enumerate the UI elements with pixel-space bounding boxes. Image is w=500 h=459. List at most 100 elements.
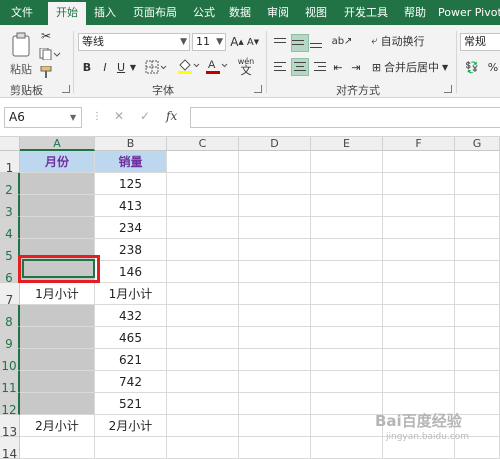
cell-d11[interactable] (239, 371, 311, 393)
cell-b12[interactable]: 521 (95, 393, 167, 415)
tab-insert[interactable]: 插入 (88, 0, 122, 25)
font-size-combo[interactable]: 11 ▼ (192, 33, 226, 51)
cell-b3[interactable]: 413 (95, 195, 167, 217)
cell-e5[interactable] (311, 239, 383, 261)
merge-center-button[interactable]: ⊞ 合并后居中 ▼ (370, 59, 450, 75)
tab-help[interactable]: 帮助 (398, 0, 432, 25)
cell-d9[interactable] (239, 327, 311, 349)
align-left-button[interactable] (274, 59, 290, 75)
cell-a3[interactable] (20, 195, 95, 217)
cell-g4[interactable] (455, 217, 500, 239)
row-header-11[interactable]: 11 (0, 371, 20, 395)
cell-g1[interactable] (455, 151, 500, 173)
tab-data[interactable]: 数据 (224, 0, 256, 25)
cell-e6[interactable] (311, 261, 383, 283)
row-header-1[interactable]: 1 (0, 151, 20, 175)
tab-power-pivot[interactable]: Power Pivot (438, 0, 500, 25)
cell-c2[interactable] (167, 173, 239, 195)
row-header-2[interactable]: 2 (0, 173, 20, 197)
number-format-combo[interactable]: 常规 (460, 33, 500, 51)
cell-b13[interactable]: 2月小计 (95, 415, 167, 437)
cell-f1[interactable] (383, 151, 455, 173)
cell-d7[interactable] (239, 283, 311, 305)
cell-e10[interactable] (311, 349, 383, 371)
cell-c14[interactable] (167, 437, 239, 459)
cell-a11[interactable] (20, 371, 95, 393)
cell-c13[interactable] (167, 415, 239, 437)
cell-g9[interactable] (455, 327, 500, 349)
cut-button[interactable]: ✂ (38, 29, 54, 43)
column-header-g[interactable]: G (455, 137, 500, 151)
formula-input[interactable] (190, 107, 500, 128)
cell-c8[interactable] (167, 305, 239, 327)
cell-c1[interactable] (167, 151, 239, 173)
font-color-button[interactable]: A (204, 57, 230, 75)
cell-a9[interactable] (20, 327, 95, 349)
chevron-down-icon[interactable]: ▼ (70, 113, 76, 122)
copy-button[interactable] (38, 47, 62, 61)
cell-d10[interactable] (239, 349, 311, 371)
cell-b10[interactable]: 621 (95, 349, 167, 371)
italic-button[interactable]: I (98, 59, 112, 75)
cell-d5[interactable] (239, 239, 311, 261)
font-name-combo[interactable]: 等线 ▼ (78, 33, 190, 51)
borders-button[interactable] (144, 59, 168, 75)
cell-b5[interactable]: 238 (95, 239, 167, 261)
fill-color-button[interactable] (176, 57, 202, 75)
shrink-font-button[interactable]: A ▼ (246, 34, 260, 50)
tab-review[interactable]: 审阅 (262, 0, 294, 25)
cell-d3[interactable] (239, 195, 311, 217)
cell-c5[interactable] (167, 239, 239, 261)
cell-e7[interactable] (311, 283, 383, 305)
cell-c11[interactable] (167, 371, 239, 393)
tab-file[interactable]: 文件 (4, 0, 40, 25)
cell-f2[interactable] (383, 173, 455, 195)
row-header-9[interactable]: 9 (0, 327, 20, 351)
align-right-button[interactable] (310, 59, 326, 75)
row-header-12[interactable]: 12 (0, 393, 20, 417)
orientation-button[interactable]: ab↗ (330, 33, 354, 49)
cell-g5[interactable] (455, 239, 500, 261)
cell-g6[interactable] (455, 261, 500, 283)
cell-a14[interactable] (20, 437, 95, 459)
cell-d1[interactable] (239, 151, 311, 173)
font-launcher-icon[interactable] (254, 85, 262, 93)
underline-dropdown[interactable]: ▼ (128, 59, 138, 75)
cell-g7[interactable] (455, 283, 500, 305)
cell-b14[interactable] (95, 437, 167, 459)
cell-b6[interactable]: 146 (95, 261, 167, 283)
row-header-4[interactable]: 4 (0, 217, 20, 241)
cell-c6[interactable] (167, 261, 239, 283)
cell-b1[interactable]: 销量 (95, 151, 167, 173)
cell-b9[interactable]: 465 (95, 327, 167, 349)
cell-g3[interactable] (455, 195, 500, 217)
cell-f3[interactable] (383, 195, 455, 217)
cell-d8[interactable] (239, 305, 311, 327)
cell-b7[interactable]: 1月小计 (95, 283, 167, 305)
cell-f10[interactable] (383, 349, 455, 371)
column-header-e[interactable]: E (311, 137, 383, 151)
cell-b8[interactable]: 432 (95, 305, 167, 327)
cell-c10[interactable] (167, 349, 239, 371)
cell-c12[interactable] (167, 393, 239, 415)
align-center-button[interactable] (291, 58, 309, 76)
tab-page-layout[interactable]: 页面布局 (126, 0, 184, 25)
cell-b11[interactable]: 742 (95, 371, 167, 393)
cell-e3[interactable] (311, 195, 383, 217)
row-header-10[interactable]: 10 (0, 349, 20, 373)
row-header-7[interactable]: 7 (0, 283, 20, 307)
row-header-6[interactable]: 6 (0, 261, 20, 285)
cell-f6[interactable] (383, 261, 455, 283)
cell-c4[interactable] (167, 217, 239, 239)
cell-g10[interactable] (455, 349, 500, 371)
cell-e13[interactable] (311, 415, 383, 437)
cell-g11[interactable] (455, 371, 500, 393)
cell-f5[interactable] (383, 239, 455, 261)
increase-indent-button[interactable]: ⇥ (348, 59, 364, 75)
underline-button[interactable]: U (114, 59, 128, 75)
format-painter-button[interactable] (38, 65, 54, 79)
decrease-indent-button[interactable]: ⇤ (330, 59, 346, 75)
cell-c3[interactable] (167, 195, 239, 217)
align-top-button[interactable] (274, 35, 290, 51)
column-header-b[interactable]: B (95, 137, 167, 151)
